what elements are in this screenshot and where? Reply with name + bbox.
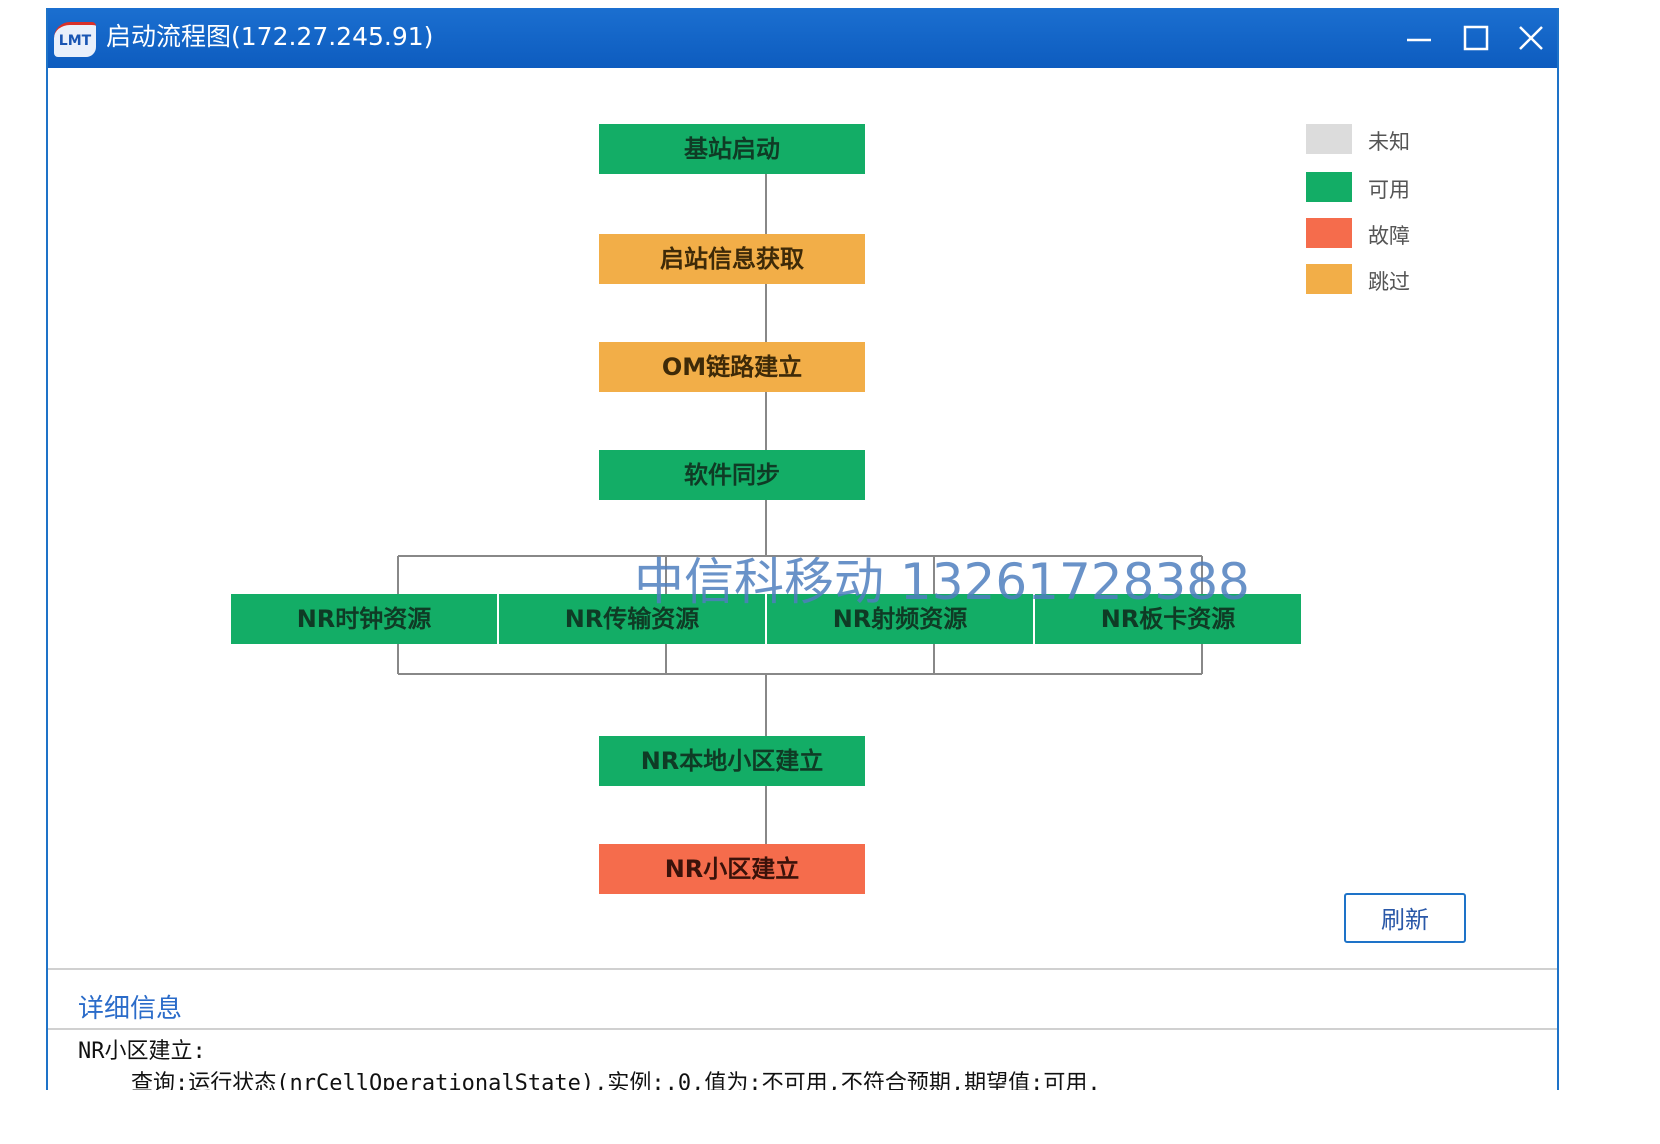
legend-label: 跳过 [1368, 270, 1410, 294]
legend-swatch [1306, 218, 1352, 248]
divider [48, 1028, 1557, 1030]
details-text: NR小区建立: 查询:运行状态(nrCellOperationalState),… [78, 1036, 1101, 1090]
flow-connectors [397, 170, 1203, 844]
close-button[interactable] [1506, 14, 1556, 62]
legend-label: 可用 [1368, 178, 1410, 202]
flow-node-nr-rf[interactable]: NR射频资源 [767, 594, 1033, 644]
legend-swatch [1306, 172, 1352, 202]
flow-node-nr-local-cell[interactable]: NR本地小区建立 [599, 736, 865, 786]
legend-label: 未知 [1368, 130, 1410, 154]
legend-label: 故障 [1368, 224, 1410, 248]
window-title: 启动流程图(172.27.245.91) [106, 22, 434, 51]
maximize-button[interactable] [1451, 14, 1501, 62]
details-line: 查询:运行状态(nrCellOperationalState),实例:.0,值为… [78, 1071, 1101, 1090]
app-logo-icon: LMT [54, 22, 96, 57]
flow-node-nr-clock[interactable]: NR时钟资源 [231, 594, 497, 644]
flow-node-nr-transport[interactable]: NR传输资源 [499, 594, 765, 644]
details-heading: 详细信息 [78, 994, 183, 1024]
divider [48, 968, 1557, 970]
flow-node-nr-board[interactable]: NR板卡资源 [1035, 594, 1301, 644]
legend-swatch [1306, 124, 1352, 154]
flow-node-software-sync[interactable]: 软件同步 [599, 450, 865, 500]
maximize-icon [1463, 25, 1489, 51]
flow-node-om-link[interactable]: OM链路建立 [599, 342, 865, 392]
close-icon [1519, 26, 1543, 50]
flow-node-bs-start[interactable]: 基站启动 [599, 124, 865, 174]
title-bar[interactable]: LMT 启动流程图(172.27.245.91) [48, 8, 1557, 68]
flowchart-canvas: 基站启动 启站信息获取 OM链路建立 软件同步 NR时钟资源 NR传输资源 NR… [48, 68, 1557, 968]
flow-node-info-fetch[interactable]: 启站信息获取 [599, 234, 865, 284]
minimize-icon [1407, 38, 1431, 42]
minimize-button[interactable] [1394, 14, 1444, 62]
details-line: NR小区建立: [78, 1039, 206, 1064]
legend-swatch [1306, 264, 1352, 294]
refresh-button[interactable]: 刷新 [1344, 893, 1466, 943]
app-window: LMT 启动流程图(172.27.245.91) 基站启动 启站信息获取 OM链… [46, 8, 1559, 1090]
flow-node-nr-cell[interactable]: NR小区建立 [599, 844, 865, 894]
